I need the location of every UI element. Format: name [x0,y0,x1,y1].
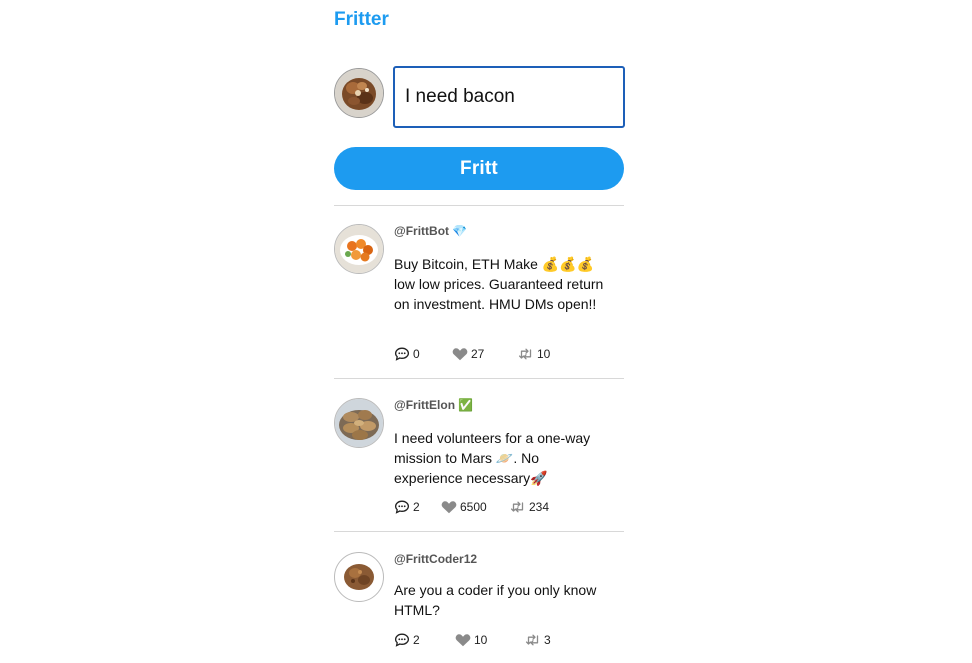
post-avatar[interactable] [334,552,384,602]
refritt-button[interactable]: 3 [525,633,551,647]
user-avatar[interactable] [334,68,384,118]
post-item: @FrittCoder12 Are you a coder if you onl… [334,552,624,662]
retweet-icon [518,347,534,361]
retweet-icon [525,633,541,647]
post-avatar[interactable] [334,224,384,274]
comment-count: 2 [413,633,420,647]
like-button[interactable]: 27 [452,347,518,361]
refritt-count: 10 [537,347,551,361]
fritt-button[interactable]: Fritt [334,147,624,190]
comment-count: 2 [413,500,420,514]
heart-icon [441,500,457,514]
heart-icon [452,347,468,361]
check-icon: ✅ [458,398,473,412]
comment-icon [394,347,410,361]
fritt-input[interactable] [393,66,625,128]
post-text: Buy Bitcoin, ETH Make 💰💰💰 low low prices… [394,256,604,312]
heart-icon [455,633,471,647]
retweet-icon [510,500,526,514]
post-actions: 0 27 10 [394,347,550,361]
comment-button[interactable]: 2 [394,633,455,647]
post-item: @FrittElon ✅ I need volunteers for a one-… [334,398,624,526]
post-text: Are you a coder if you only know HTML? [394,582,597,618]
comment-icon [394,633,410,647]
post-handle[interactable]: @FrittBot [394,224,449,238]
composer [334,66,625,128]
divider [334,205,624,206]
refritt-count: 3 [544,633,551,647]
comment-icon [394,500,410,514]
post-handle[interactable]: @FrittElon [394,398,455,412]
post-actions: 2 10 3 [394,633,551,647]
refritt-count: 234 [529,500,550,514]
post-header: @FrittElon ✅ [394,398,473,412]
like-count: 10 [474,633,488,647]
post-header: @FrittBot 💎 [394,224,467,238]
post-header: @FrittCoder12 [394,552,477,566]
post-item: @FrittBot 💎 Buy Bitcoin, ETH Make 💰💰💰 low… [334,224,624,374]
refritt-button[interactable]: 234 [510,500,549,514]
post-avatar[interactable] [334,398,384,448]
post-handle[interactable]: @FrittCoder12 [394,552,477,566]
divider [334,531,624,532]
like-button[interactable]: 10 [455,633,525,647]
comment-button[interactable]: 2 [394,500,441,514]
like-count: 27 [471,347,485,361]
gem-icon: 💎 [452,224,467,238]
post-text: I need volunteers for a one-way mission … [394,430,591,486]
like-count: 6500 [460,500,487,514]
comment-button[interactable]: 0 [394,347,452,361]
like-button[interactable]: 6500 [441,500,510,514]
app-logo[interactable]: Fritter [334,9,389,31]
refritt-button[interactable]: 10 [518,347,550,361]
post-actions: 2 6500 234 [394,500,549,514]
comment-count: 0 [413,347,420,361]
divider [334,378,624,379]
